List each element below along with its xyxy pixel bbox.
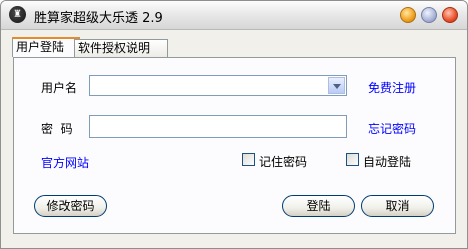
- password-field[interactable]: [89, 115, 347, 138]
- app-icon[interactable]: ♜: [9, 6, 26, 23]
- forgot-password-link[interactable]: 忘记密码: [368, 120, 416, 137]
- official-website-link[interactable]: 官方网站: [41, 154, 89, 171]
- username-combobox[interactable]: [89, 75, 347, 96]
- auto-login-label[interactable]: 自动登陆: [363, 153, 411, 170]
- password-input[interactable]: [93, 117, 347, 138]
- remember-password-checkbox[interactable]: [242, 153, 255, 166]
- tab-license-info[interactable]: 软件授权说明: [74, 39, 168, 57]
- login-button[interactable]: 登陆: [282, 195, 355, 217]
- login-panel: 用户名 免费注册 密 码 忘记密码 官方网站 记住密码 自动登陆 修改密码 登陆…: [13, 57, 456, 234]
- auto-login-checkbox[interactable]: [346, 153, 359, 166]
- username-input[interactable]: [92, 78, 328, 95]
- cancel-button[interactable]: 取消: [361, 195, 434, 217]
- title-bar[interactable]: ♜ 胜算家超级大乐透 2.9: [1, 1, 467, 30]
- change-password-button[interactable]: 修改密码: [34, 195, 107, 217]
- username-label: 用户名: [41, 81, 78, 95]
- window-title: 胜算家超级大乐透 2.9: [34, 11, 163, 26]
- password-label: 密 码: [41, 122, 73, 136]
- dropdown-arrow-icon[interactable]: [328, 77, 345, 94]
- close-button[interactable]: [442, 7, 458, 23]
- maximize-button[interactable]: [421, 7, 437, 23]
- login-window: ♜ 胜算家超级大乐透 2.9 用户登陆 软件授权说明 用户名 免费注册 密 码 …: [0, 0, 468, 249]
- register-link[interactable]: 免费注册: [368, 79, 416, 96]
- remember-password-label[interactable]: 记住密码: [259, 153, 307, 170]
- tab-user-login[interactable]: 用户登陆: [12, 37, 80, 57]
- minimize-button[interactable]: [400, 7, 416, 23]
